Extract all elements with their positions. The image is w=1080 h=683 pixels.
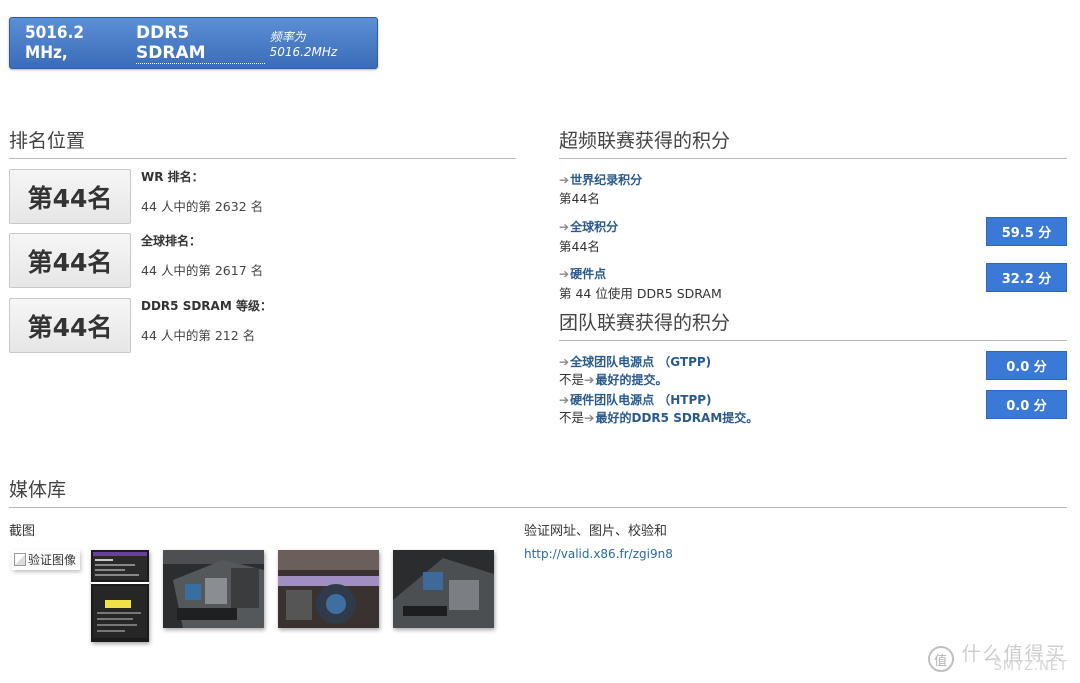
rank-badge-global: 第44名 (9, 233, 131, 288)
world-record-points-link[interactable]: ➔世界纪录积分 (559, 171, 642, 188)
htpp-link[interactable]: ➔硬件团队电源点 （HTPP) (559, 391, 712, 408)
rank-label-hardware: DDR5 SDRAM 等级： (141, 299, 272, 313)
validation-url-link[interactable]: http://valid.x86.fr/zgi9n8 (524, 547, 673, 561)
thumbnail-photo-2[interactable] (278, 550, 379, 628)
media-title: 媒体库 (9, 479, 67, 501)
rank-value-global: 44 人中的第 2617 名 (141, 263, 264, 278)
cpu-cooler-photo-image (278, 550, 379, 628)
gtpp-link[interactable]: ➔全球团队电源点 （GTPP) (559, 353, 711, 370)
gtpp-status: 不是➔最好的提交。 (559, 372, 668, 387)
site-watermark: 值 什么值得买 SMYZ.NET (927, 645, 1068, 674)
frequency-banner: 5016.2 MHz, DDR5 SDRAM 频率为 5016.2MHz (9, 17, 378, 69)
gtpp-best-submission-link[interactable]: 最好的提交。 (596, 373, 668, 387)
arrow-right-icon: ➔ (559, 220, 570, 234)
hardware-points-rank: 第 44 位使用 DDR5 SDRAM (559, 286, 722, 301)
rank-label-wr: WR 排名： (141, 170, 204, 184)
ranking-divider (9, 158, 516, 159)
frequency-value: 5016.2 MHz, (25, 23, 85, 63)
arrow-right-icon: ➔ (584, 372, 595, 387)
thumbnail-photo-3[interactable] (393, 550, 494, 628)
rank-badge-hardware: 第44名 (9, 298, 131, 353)
arrow-right-icon: ➔ (584, 410, 595, 425)
arrow-right-icon: ➔ (559, 173, 570, 187)
league-points-divider (559, 158, 1067, 159)
cpuz-screenshot-image (91, 550, 149, 642)
hardware-points-badge: 32.2 分 (986, 263, 1067, 292)
htpp-points-badge: 0.0 分 (986, 390, 1067, 419)
team-points-divider (559, 340, 1067, 341)
broken-image-icon (14, 553, 26, 566)
arrow-right-icon: ➔ (559, 267, 570, 281)
media-divider (9, 507, 1067, 508)
arrow-right-icon: ➔ (559, 355, 570, 369)
motherboard-angle-photo-image (393, 550, 494, 628)
motherboard-photo-image (163, 550, 264, 628)
rank-label-global: 全球排名： (141, 234, 202, 248)
world-record-points-rank: 第44名 (559, 191, 600, 206)
rank-badge-wr: 第44名 (9, 169, 131, 224)
screenshot-label: 截图 (9, 524, 36, 539)
rank-value-hardware: 44 人中的第 212 名 (141, 328, 256, 343)
team-points-title: 团队联赛获得的积分 (559, 312, 731, 334)
validation-image[interactable]: 验证图像 (12, 550, 81, 570)
rank-value-wr: 44 人中的第 2632 名 (141, 199, 264, 214)
arrow-right-icon: ➔ (559, 393, 570, 407)
thumbnail-photo-1[interactable] (163, 550, 264, 628)
validation-label: 验证网址、图片、校验和 (524, 524, 668, 539)
gtpp-points-badge: 0.0 分 (986, 351, 1067, 380)
thumbnail-cpuz[interactable] (91, 550, 149, 642)
frequency-note: 频率为 5016.2MHz (269, 29, 338, 59)
cropped-top-text (0, 0, 1080, 8)
global-points-badge: 59.5 分 (986, 217, 1067, 246)
global-points-link[interactable]: ➔全球积分 (559, 218, 618, 235)
memory-type-link[interactable]: DDR5 SDRAM (136, 23, 265, 64)
global-points-rank: 第44名 (559, 239, 600, 254)
league-points-title: 超频联赛获得的积分 (559, 130, 731, 152)
watermark-en-text: SMYZ.NET (993, 659, 1068, 674)
htpp-best-submission-link[interactable]: 最好的DDR5 SDRAM提交。 (596, 411, 759, 425)
ranking-title: 排名位置 (9, 130, 86, 152)
hardware-points-link[interactable]: ➔硬件点 (559, 265, 606, 282)
watermark-logo-icon: 值 (927, 646, 954, 672)
htpp-status: 不是➔最好的DDR5 SDRAM提交。 (559, 410, 759, 425)
